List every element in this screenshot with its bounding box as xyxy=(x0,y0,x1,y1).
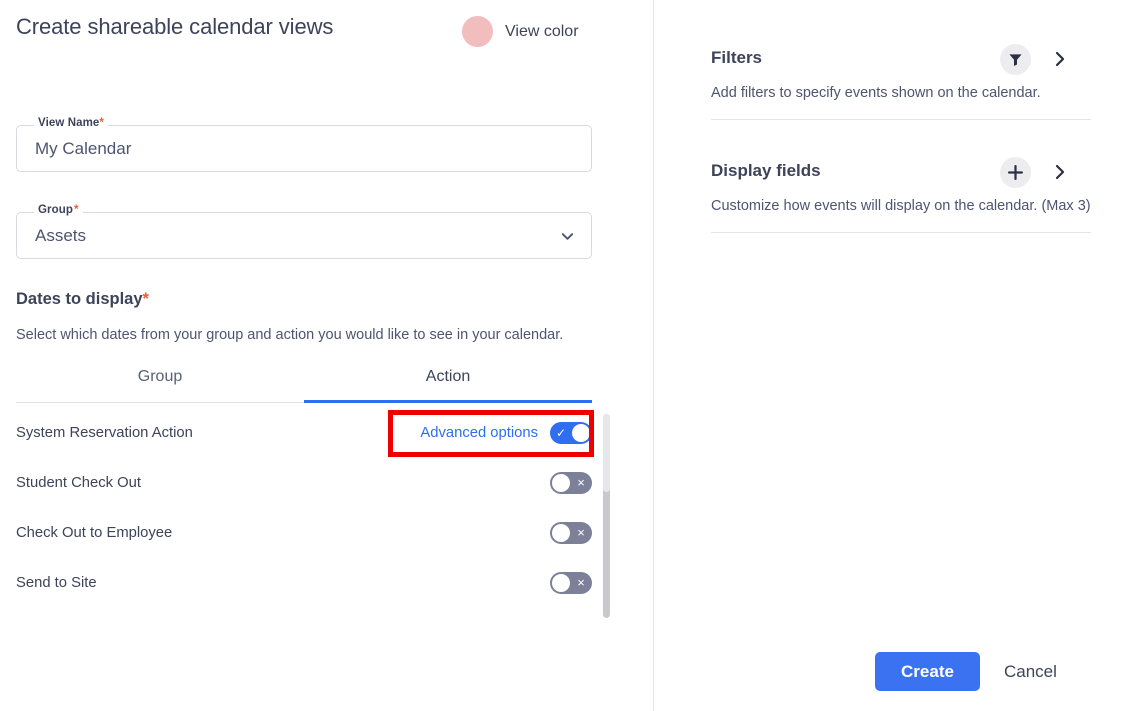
group-value: Assets xyxy=(35,226,87,245)
add-display-field-button[interactable] xyxy=(1000,157,1031,188)
filter-button[interactable] xyxy=(1000,44,1031,75)
filters-divider xyxy=(711,119,1091,120)
display-fields-divider xyxy=(711,232,1091,233)
row-controls: × xyxy=(550,522,592,544)
view-color-picker[interactable]: View color xyxy=(462,16,579,47)
row-toggle[interactable]: × xyxy=(550,572,592,594)
toggle-knob xyxy=(552,524,570,542)
filters-description: Add filters to specify events shown on t… xyxy=(711,85,1041,101)
view-name-field[interactable]: View Name* My Calendar xyxy=(16,117,592,172)
row-controls: × xyxy=(550,572,592,594)
row-label: Send to Site xyxy=(16,575,97,591)
page-title: Create shareable calendar views xyxy=(16,14,334,39)
row-label: System Reservation Action xyxy=(16,425,193,441)
view-color-label: View color xyxy=(505,22,579,40)
tab-action[interactable]: Action xyxy=(304,368,592,403)
calendar-view-dialog: Create shareable calendar views View col… xyxy=(0,0,1129,711)
toggle-knob xyxy=(552,474,570,492)
dates-tabs: Group Action xyxy=(16,368,592,404)
group-select[interactable]: Group* Assets xyxy=(16,204,592,259)
row-label: Student Check Out xyxy=(16,475,142,491)
toggle-knob xyxy=(552,574,570,592)
view-name-value: My Calendar xyxy=(35,139,132,158)
action-toggle-list: System Reservation Action Advanced optio… xyxy=(0,408,620,623)
display-fields-section: Display fields Customize how events will… xyxy=(711,157,1091,233)
table-row: Student Check Out × xyxy=(16,458,592,508)
dialog-footer: Create Cancel xyxy=(875,652,1057,691)
right-panel: Filters Add filters to specify events sh… xyxy=(654,0,1129,711)
row-label: Check Out to Employee xyxy=(16,525,173,541)
toggle-cross-icon: × xyxy=(577,575,585,590)
table-row: Check Out to Employee × xyxy=(16,508,592,558)
plus-icon xyxy=(1008,165,1023,180)
filters-title: Filters xyxy=(711,48,763,67)
dates-section-heading: Dates to display* xyxy=(16,290,149,308)
create-button[interactable]: Create xyxy=(875,652,980,691)
cancel-button[interactable]: Cancel xyxy=(1004,662,1057,682)
dates-section-description: Select which dates from your group and a… xyxy=(16,327,564,343)
row-toggle[interactable]: × xyxy=(550,472,592,494)
chevron-right-icon[interactable] xyxy=(1051,162,1069,182)
display-fields-description: Customize how events will display on the… xyxy=(711,198,1091,214)
toggle-cross-icon: × xyxy=(577,475,585,490)
table-row: Send to Site × xyxy=(16,558,592,608)
row-toggle[interactable]: ✓ xyxy=(550,422,592,444)
tab-group[interactable]: Group xyxy=(16,368,304,403)
display-fields-header: Display fields xyxy=(711,157,1091,195)
list-scrollbar[interactable] xyxy=(603,414,610,618)
view-color-swatch[interactable] xyxy=(462,16,493,47)
toggle-check-icon: ✓ xyxy=(555,426,567,440)
chevron-right-icon[interactable] xyxy=(1051,49,1069,69)
filters-section: Filters Add filters to specify events sh… xyxy=(711,44,1091,120)
table-row: System Reservation Action Advanced optio… xyxy=(16,408,592,458)
toggle-cross-icon: × xyxy=(577,525,585,540)
filters-header: Filters xyxy=(711,44,1091,82)
row-toggle[interactable]: × xyxy=(550,522,592,544)
required-asterisk: * xyxy=(142,290,149,308)
scrollbar-thumb[interactable] xyxy=(603,414,610,492)
title-row: Create shareable calendar views View col… xyxy=(16,14,616,48)
row-controls: Advanced options ✓ xyxy=(420,422,592,444)
funnel-icon xyxy=(1009,54,1022,66)
row-controls: × xyxy=(550,472,592,494)
left-panel: Create shareable calendar views View col… xyxy=(0,0,653,711)
display-fields-title: Display fields xyxy=(711,161,821,180)
toggle-knob xyxy=(572,424,590,442)
chevron-down-icon[interactable] xyxy=(560,229,575,244)
advanced-options-link[interactable]: Advanced options xyxy=(420,425,538,441)
